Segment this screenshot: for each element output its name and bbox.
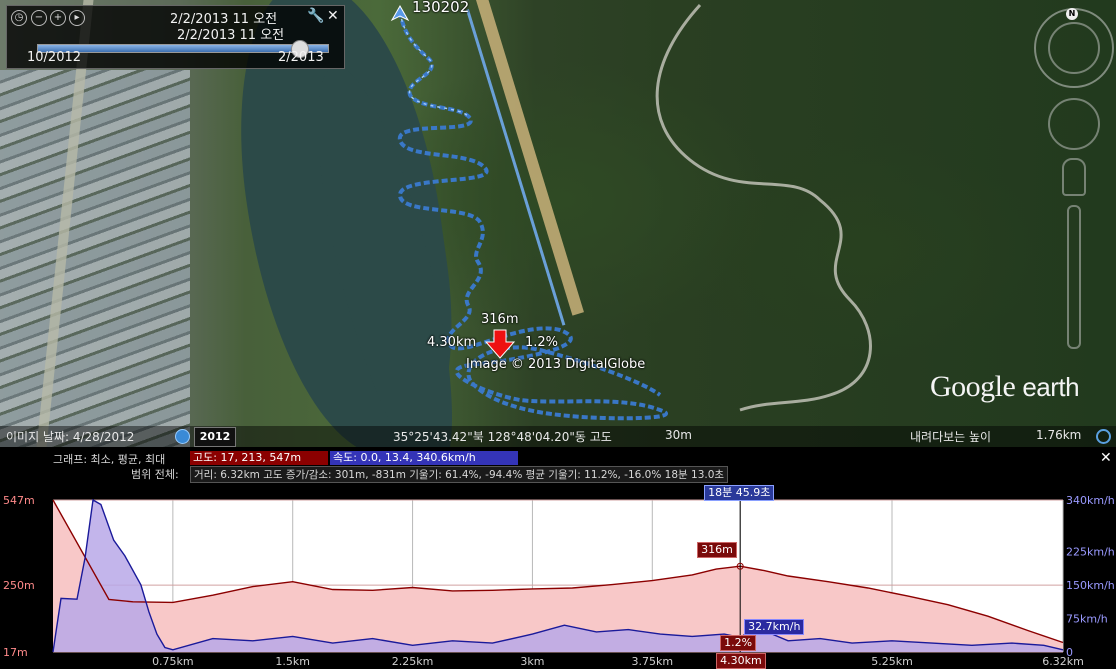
right-tick-label: 340km/h	[1066, 494, 1115, 507]
map-view[interactable]: 130202 316m 4.30km 1.2% Image © 2013 Dig…	[0, 0, 1116, 447]
imagery-year-badge[interactable]: 2012	[194, 427, 236, 447]
cursor-distance-badge: 4.30km	[716, 653, 766, 669]
mountain-road	[655, 3, 872, 412]
zoom-out-time-icon[interactable]: −	[31, 10, 47, 26]
gps-track-highlight	[399, 11, 471, 119]
zoom-in-time-icon[interactable]: +	[50, 10, 66, 26]
time-slider-panel: ◷ − + ▸ 2/2/2013 11 오전 2/2/2013 11 오전 🔧 …	[6, 5, 345, 69]
marker-grade-label: 1.2%	[525, 335, 559, 350]
current-date-ghost-label: 2/2/2013 11 오전	[177, 28, 285, 43]
left-tick-label: 250m	[3, 579, 35, 592]
marker-distance-label: 4.30km	[427, 335, 477, 350]
play-icon[interactable]: ▸	[69, 10, 85, 26]
cursor-time-badge: 18분 45.9초	[704, 485, 775, 501]
cursor-altitude-badge: 316m	[697, 542, 737, 558]
x-tick-label: 5.25km	[871, 655, 913, 668]
google-earth-logo: Google earth	[930, 370, 1080, 403]
street-view-pegman-icon[interactable]	[1062, 158, 1086, 196]
left-tick-label: 547m	[3, 494, 35, 507]
cursor-coordinates: 35°25'43.42"북 128°48'04.20"동 고도	[393, 430, 612, 444]
imagery-date: 이미지 날짜: 4/28/2012	[6, 430, 135, 444]
look-joystick[interactable]	[1048, 98, 1100, 150]
close-icon[interactable]: ✕	[327, 8, 339, 24]
historical-imagery-icon[interactable]	[175, 429, 190, 444]
x-tick-label: 0.75km	[152, 655, 194, 668]
marker-altitude-label: 316m	[481, 312, 519, 327]
cursor-grade-badge: 1.2%	[720, 635, 757, 651]
x-tick-label: 2.25km	[392, 655, 434, 668]
timeline-start-label: 10/2012	[27, 50, 82, 65]
x-tick-label: 3km	[520, 655, 544, 668]
compass-center[interactable]	[1048, 22, 1100, 74]
elevation-speed-chart[interactable]: 0.75km 1.5km 2.25km 3km 3.75km 5.25km 6.32km 54…	[0, 447, 1116, 669]
zoom-slider[interactable]	[1067, 205, 1081, 349]
x-tick-label: 6.32km	[1042, 655, 1084, 668]
wrench-icon[interactable]: 🔧	[307, 8, 324, 24]
ground-elevation: 30m	[665, 428, 692, 442]
right-tick-label: 225km/h	[1066, 545, 1115, 558]
x-tick-label: 3.75km	[631, 655, 673, 668]
clock-icon[interactable]: ◷	[11, 10, 27, 26]
streaming-indicator-icon	[1096, 429, 1111, 444]
left-tick-label: 17m	[3, 646, 28, 659]
cursor-speed-badge: 32.7km/h	[744, 619, 805, 635]
imagery-copyright: Image © 2013 DigitalGlobe	[466, 357, 646, 372]
right-tick-label: 0	[1066, 646, 1073, 659]
x-tick-label: 1.5km	[275, 655, 310, 668]
timeline-end-label: 2/2013	[278, 50, 324, 65]
track-name-label[interactable]: 130202	[412, 0, 469, 16]
eye-altitude-value: 1.76km	[1036, 428, 1082, 442]
north-icon[interactable]: N	[1066, 8, 1078, 20]
right-tick-label: 150km/h	[1066, 579, 1115, 592]
right-tick-label: 75km/h	[1066, 612, 1108, 625]
eye-altitude-label: 내려다보는 높이	[910, 430, 992, 444]
